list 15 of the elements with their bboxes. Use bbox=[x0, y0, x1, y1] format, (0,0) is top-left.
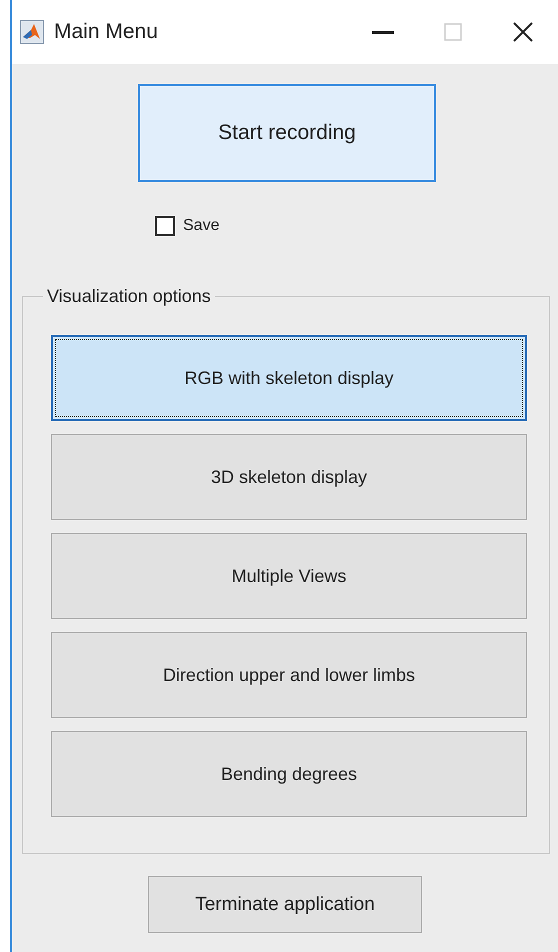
option-button[interactable]: Bending degrees bbox=[51, 731, 527, 817]
maximize-icon bbox=[444, 23, 462, 41]
checkbox-label: Save bbox=[183, 217, 220, 235]
option-button[interactable]: RGB with skeleton display bbox=[51, 335, 527, 421]
option-button[interactable]: Multiple Views bbox=[51, 533, 527, 619]
option-button[interactable]: Direction upper and lower limbs bbox=[51, 632, 527, 718]
minimize-icon bbox=[372, 30, 394, 34]
group-title: Visualization options bbox=[46, 286, 212, 307]
window-title: Main Menu bbox=[54, 20, 159, 44]
option-button[interactable]: 3D skeleton display bbox=[51, 434, 527, 520]
save-checkbox[interactable] bbox=[155, 216, 175, 236]
close-icon bbox=[512, 21, 534, 43]
terminate-button[interactable]: Terminate application bbox=[148, 876, 422, 933]
start-recording-button[interactable]: Start recording bbox=[138, 84, 436, 182]
app-logo-icon bbox=[20, 20, 44, 44]
